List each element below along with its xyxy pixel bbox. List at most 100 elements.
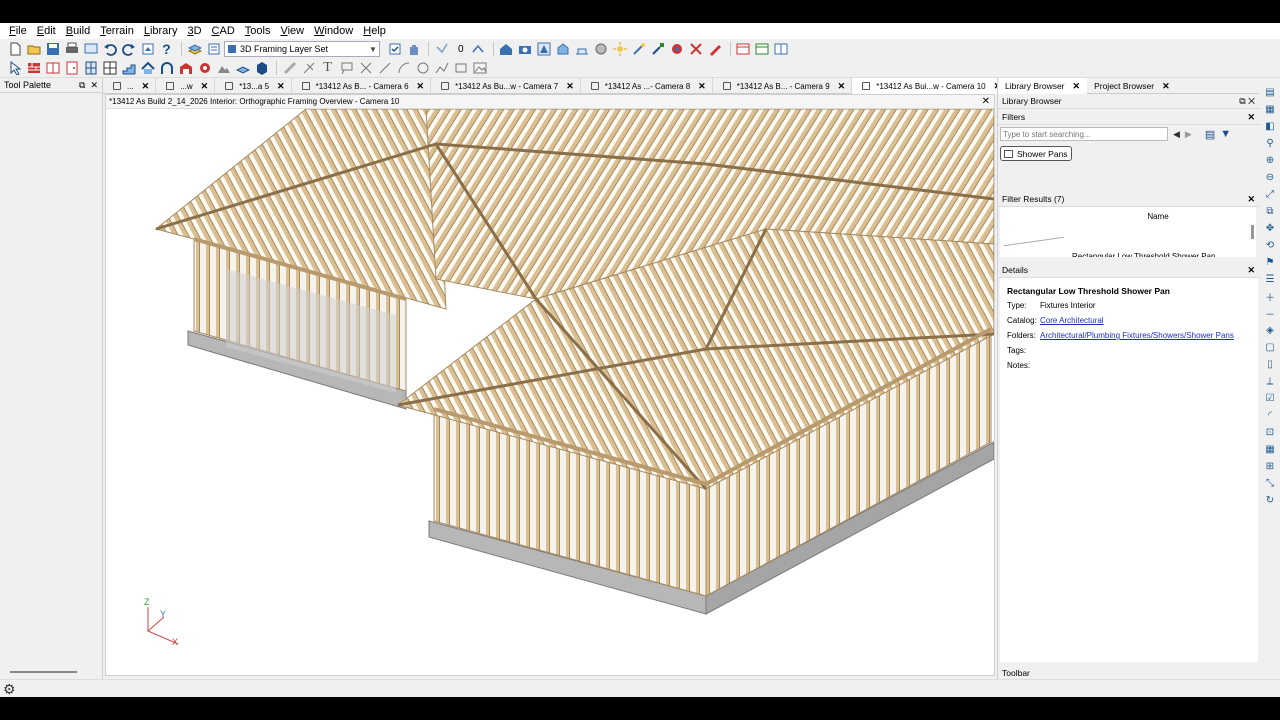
tab-view-6[interactable]: *13412 As B... - Camera 9 ✕ [713,78,853,94]
menu-view[interactable]: View [275,23,309,39]
close-icon[interactable]: ✕ [1073,81,1081,92]
menu-tools[interactable]: Tools [240,23,276,39]
checkmark-icon[interactable] [433,41,450,57]
undo-icon[interactable] [101,41,118,57]
cabinet-icon[interactable] [44,60,61,76]
tab-view-5[interactable]: *13412 As ...- Camera 8 ✕ [581,78,713,94]
search-input[interactable] [1000,127,1168,141]
select-icon[interactable] [6,60,23,76]
save-icon[interactable] [44,41,61,57]
wand-icon[interactable] [631,41,648,57]
window-split-icon[interactable] [773,41,790,57]
house-icon[interactable] [498,41,515,57]
window-icon[interactable] [82,60,99,76]
layer-props-icon[interactable] [205,41,222,57]
tab-view-7[interactable]: *13412 As Bui...w - Camera 10✕ [852,78,1009,94]
framing-model-render[interactable]: Z Y X [106,109,994,675]
zoom-out-icon[interactable]: ⊖ [1263,170,1277,185]
minus-icon[interactable]: － [1263,306,1277,321]
forward-arrow-icon[interactable]: ▶ [1185,129,1192,140]
perspective-icon[interactable] [536,41,553,57]
redo-icon[interactable] [120,41,137,57]
rotate-icon[interactable]: ↻ [1263,493,1277,508]
layer-check-icon[interactable] [386,41,403,57]
text-icon[interactable]: T [319,60,336,76]
dollhouse-icon[interactable] [555,41,572,57]
horizontal-scrollbar[interactable] [10,671,77,673]
column-header-name[interactable]: Name [1000,207,1256,221]
frame-icon[interactable]: ⊞ [1263,459,1277,474]
close-icon[interactable]: ✕ [201,81,209,92]
tab-view-3[interactable]: *13412 As B... - Camera 6 ✕ [292,78,432,94]
delete-icon[interactable] [688,41,705,57]
doc-icon[interactable]: ▯ [1263,357,1277,372]
close-icon[interactable]: ✕ [142,81,150,92]
vertical-scrollbar[interactable] [1251,225,1254,239]
fill-window-icon[interactable]: ⤢ [1263,187,1277,202]
menu-edit[interactable]: Edit [32,23,61,39]
zoom-icon[interactable]: ⚲ [1263,136,1277,151]
zoom-in-icon[interactable]: ⊕ [1263,153,1277,168]
tab-library-browser[interactable]: Library Browser ✕ [998,78,1088,94]
pencil-icon[interactable] [707,41,724,57]
slab-icon[interactable] [234,60,251,76]
catalog-icon[interactable]: ▤ [1263,85,1277,100]
check-icon[interactable]: ☑ [1263,391,1277,406]
close-icon[interactable]: ✕ [90,80,98,91]
line-icon[interactable] [376,60,393,76]
layer-set-select[interactable]: 3D Framing Layer Set ▼ [224,41,380,57]
menu-cad[interactable]: CAD [207,23,240,39]
close-icon[interactable]: ✕ [1247,112,1260,123]
material-icon[interactable]: ◧ [1263,119,1277,134]
back-arrow-icon[interactable]: ◀ [1173,129,1180,140]
3d-viewport[interactable]: *13412 As Build 2_14_2026 Interior: Orth… [105,94,995,676]
dimension-icon[interactable] [300,60,317,76]
close-icon[interactable]: ✕ [982,96,994,107]
camera-icon[interactable] [517,41,534,57]
grid-icon[interactable]: ▦ [1263,442,1277,457]
menu-help[interactable]: Help [358,23,391,39]
close-icon[interactable]: ✕ [1247,194,1260,205]
catalog-link[interactable]: Core Architectural [1040,313,1104,328]
window-cascade-icon[interactable] [754,41,771,57]
polyline-icon[interactable] [433,60,450,76]
results-table[interactable]: Name Rectangular Low Threshold Shower Pa… [1000,207,1256,260]
close-icon[interactable]: ✕ [1247,265,1260,276]
filter-chip[interactable]: Shower Pans [1000,146,1072,161]
layers-icon[interactable]: ☰ [1263,272,1277,287]
arc-icon[interactable]: ◜ [1263,408,1277,423]
menu-file[interactable]: File [4,23,32,39]
tab-view-2[interactable]: *13...a 5 ✕ [215,78,292,94]
pin-icon[interactable]: ⧉ [79,80,85,91]
walk-icon[interactable]: ⚑ [1263,255,1277,270]
pin-icon[interactable]: ⧉ [1239,96,1245,106]
dimension-icon[interactable]: ⟂ [1263,374,1277,389]
camera-view-icon[interactable] [139,41,156,57]
close-icon[interactable]: ✕ [277,81,285,92]
close-icon[interactable]: ✕ [1162,81,1170,92]
folders-link[interactable]: Architectural/Plumbing Fixtures/Showers/… [1040,328,1234,343]
resize-icon[interactable]: ⤡ [1263,476,1277,491]
tab-view-0[interactable]: ... ✕ [103,78,157,94]
garage-icon[interactable] [177,60,194,76]
rectangle-icon[interactable] [452,60,469,76]
library-icon[interactable]: ▦ [1263,102,1277,117]
roof-icon[interactable] [139,60,156,76]
box-icon[interactable] [253,60,270,76]
tab-view-1[interactable]: ...w ✕ [156,78,216,94]
stairs-icon[interactable] [120,60,137,76]
callout-icon[interactable] [338,60,355,76]
new-file-icon[interactable] [6,41,23,57]
menu-window[interactable]: Window [309,23,358,39]
print-icon[interactable] [63,41,80,57]
terrain-icon[interactable] [215,60,232,76]
material-painter-icon[interactable] [669,41,686,57]
door-icon[interactable] [63,60,80,76]
tab-view-4[interactable]: *13412 As Bu...w - Camera 7 ✕ [431,78,581,94]
plan-view-icon[interactable] [82,41,99,57]
close-icon[interactable]: ✕ [838,81,846,92]
orbit-icon[interactable]: ⟲ [1263,238,1277,253]
filter-funnel-icon[interactable]: ▼ [1220,128,1231,140]
eyedropper-icon[interactable] [650,41,667,57]
menu-library[interactable]: Library [139,23,183,39]
